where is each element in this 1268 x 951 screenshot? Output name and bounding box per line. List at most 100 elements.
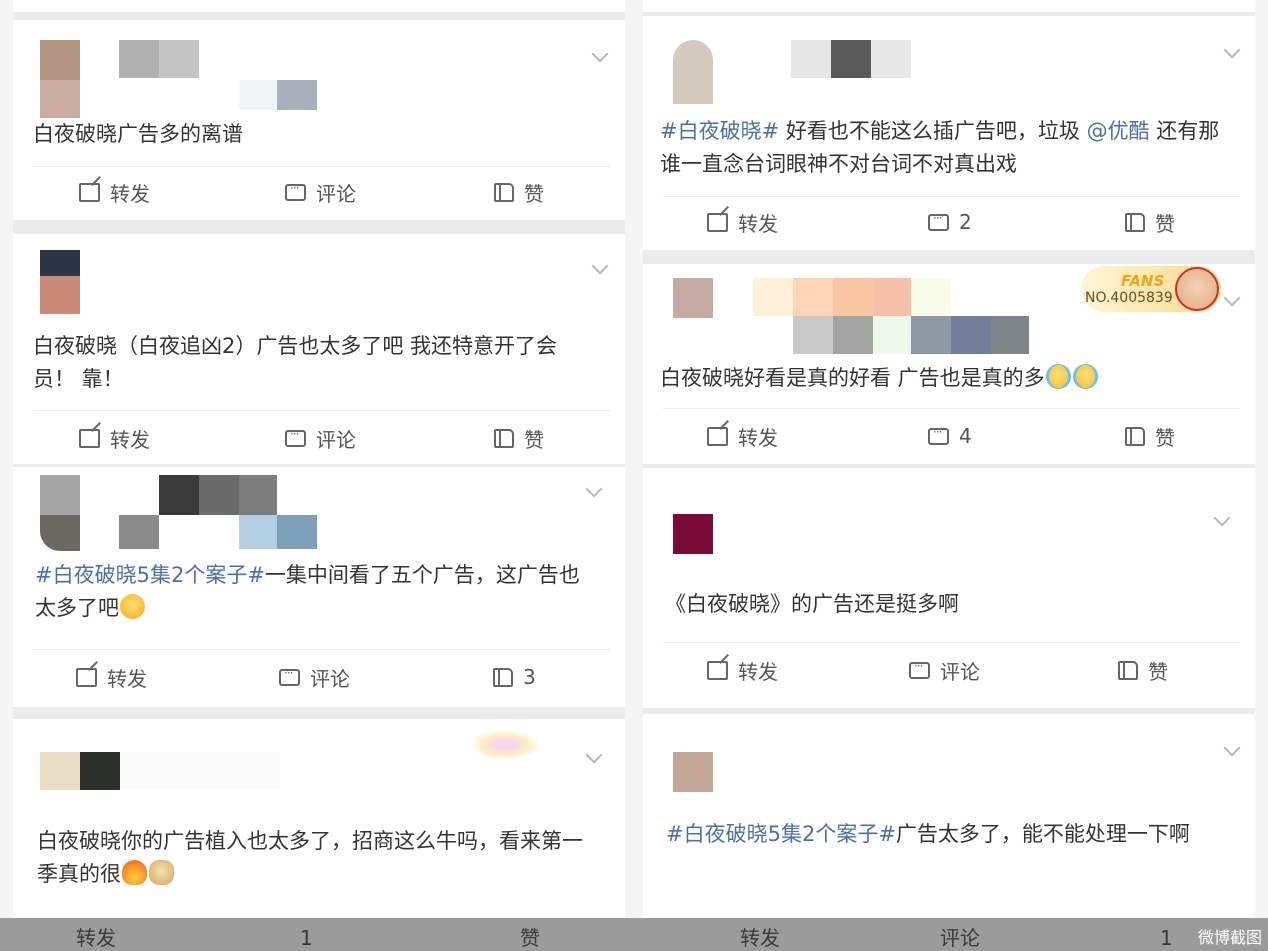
blurred-avatar	[40, 80, 80, 118]
comment-button[interactable]: 2	[928, 202, 972, 242]
post-text: 《白夜破晓》的广告还是挺多啊	[665, 592, 959, 616]
repost-button[interactable]: 转发	[707, 650, 778, 690]
repost-button[interactable]: 转发	[707, 202, 778, 242]
hashtag-link[interactable]: #白夜破晓5集2个案子#	[35, 563, 265, 587]
repost-button[interactable]: 转发	[79, 172, 150, 212]
repost-icon	[707, 426, 728, 446]
doge-emoji-icon	[149, 860, 174, 885]
repost-button[interactable]: 转发	[740, 918, 780, 951]
blurred-timestamp	[277, 80, 317, 110]
comment-button[interactable]: 1	[300, 918, 313, 951]
fans-label: FANS	[1121, 272, 1165, 290]
blurred-avatar	[673, 40, 713, 104]
like-button[interactable]: 3	[493, 657, 536, 697]
left-screenshot-column: 白夜破晓广告多的离谱 转发 评论 赞 白夜破晓（白夜追凶2）广告也太多了吧 我还…	[13, 0, 625, 951]
comment-button[interactable]: 评论	[285, 418, 356, 458]
crying-emoji-icon	[1045, 364, 1071, 389]
divider	[663, 196, 1240, 197]
comment-button[interactable]: 评论	[285, 172, 356, 212]
comment-label: 评论	[940, 659, 980, 684]
chevron-down-icon[interactable]	[1223, 289, 1241, 307]
blurred-avatar	[40, 250, 80, 276]
blurred-timestamp	[873, 316, 911, 354]
chevron-down-icon[interactable]	[1213, 509, 1231, 527]
divider	[663, 642, 1240, 643]
blurred-avatar	[40, 40, 80, 80]
hashtag-link[interactable]: #白夜破晓5集2个案子#	[666, 822, 896, 846]
like-button[interactable]: 赞	[494, 418, 544, 458]
weibo-post: 白夜破晓（白夜追凶2）广告也太多了吧 我还特意开了会员！ 靠！ 转发 评论 赞	[13, 234, 625, 464]
post-body: 好看也不能这么插广告吧，垃圾	[779, 119, 1087, 143]
post-separator	[13, 12, 625, 20]
thumbs-up-icon	[493, 667, 513, 687]
blurred-username	[199, 475, 239, 515]
like-button[interactable]: 赞	[1125, 202, 1175, 242]
repost-icon	[79, 428, 100, 448]
watermark-bar	[0, 918, 1268, 951]
chevron-down-icon[interactable]	[591, 257, 609, 275]
post-text: #白夜破晓5集2个案子#一集中间看了五个广告，这广告也太多了吧	[35, 559, 597, 625]
blurred-username	[873, 278, 911, 316]
repost-button[interactable]: 转发	[76, 918, 116, 951]
post-text: #白夜破晓5集2个案子#广告太多了，能不能处理一下啊	[666, 818, 1229, 851]
like-label: 赞	[1148, 659, 1168, 684]
comment-button[interactable]: 评论	[909, 650, 980, 690]
comment-button[interactable]: 评论	[279, 657, 350, 697]
repost-button[interactable]: 转发	[79, 418, 150, 458]
blurred-timestamp	[239, 80, 279, 110]
action-bar: 转发 2 赞	[643, 202, 1255, 242]
repost-icon	[707, 660, 728, 680]
blurred-username	[239, 475, 277, 515]
repost-button[interactable]: 转发	[76, 657, 147, 697]
post-separator	[13, 220, 625, 234]
post-body: 广告太多了，能不能处理一下啊	[895, 822, 1190, 846]
post-text: 白夜破晓好看是真的好看 广告也是真的多	[660, 362, 1233, 395]
blurred-username	[911, 278, 951, 316]
comment-icon	[279, 666, 300, 686]
blurred-username	[793, 278, 833, 316]
post-body: 白夜破晓好看是真的好看 广告也是真的多	[660, 366, 1045, 390]
blurred-avatar	[673, 514, 713, 554]
action-bar: 转发 评论 赞	[643, 650, 1255, 690]
weibo-post: 白夜破晓广告多的离谱 转发 评论 赞	[13, 20, 625, 220]
action-bar: 转发 评论 赞	[13, 418, 625, 458]
like-label: 赞	[1155, 211, 1175, 236]
comment-count: 1	[300, 926, 313, 950]
blurred-timestamp	[951, 316, 991, 354]
like-button[interactable]: 赞	[1125, 416, 1175, 456]
weibo-post: 《白夜破晓》的广告还是挺多啊 转发 评论 赞	[643, 468, 1255, 708]
comment-label: 评论	[940, 926, 980, 950]
action-bar: 转发 评论 赞	[13, 172, 625, 212]
repost-button[interactable]: 转发	[707, 416, 778, 456]
like-button[interactable]: 1	[1160, 918, 1173, 951]
comment-icon	[909, 659, 930, 679]
thumbs-up-icon	[1125, 426, 1145, 446]
blurred-username	[120, 752, 280, 790]
blurred-username	[119, 40, 159, 78]
divider	[33, 166, 610, 167]
chevron-down-icon[interactable]	[585, 480, 603, 498]
chevron-down-icon[interactable]	[585, 746, 603, 764]
like-label: 赞	[524, 181, 544, 206]
comment-button[interactable]: 评论	[940, 918, 980, 951]
post-body: 白夜破晓你的广告植入也太多了，招商这么牛吗，看来第一季真的很	[37, 829, 583, 886]
comment-label: 评论	[310, 666, 350, 691]
comment-button[interactable]: 4	[928, 416, 972, 456]
mention-link[interactable]: @优酷	[1087, 119, 1150, 143]
action-bar: 转发 4 赞	[643, 416, 1255, 456]
like-button[interactable]: 赞	[494, 172, 544, 212]
like-button[interactable]: 赞	[1118, 650, 1168, 690]
repost-label: 转发	[738, 425, 778, 450]
chevron-down-icon[interactable]	[591, 45, 609, 63]
post-text: #白夜破晓# 好看也不能这么插广告吧，垃圾 @优酷 还有那谁一直念台词眼神不对台…	[660, 115, 1237, 181]
chevron-down-icon[interactable]	[1223, 739, 1241, 757]
crying-emoji-icon	[1072, 364, 1098, 389]
like-count: 3	[523, 665, 536, 689]
like-button[interactable]: 赞	[520, 918, 540, 951]
repost-icon	[76, 667, 97, 687]
weibo-post: #白夜破晓5集2个案子#广告太多了，能不能处理一下啊	[643, 714, 1255, 924]
chevron-down-icon[interactable]	[1223, 41, 1241, 59]
hashtag-link[interactable]: #白夜破晓#	[660, 119, 779, 143]
comment-label: 评论	[316, 181, 356, 206]
comment-count: 4	[959, 424, 972, 448]
